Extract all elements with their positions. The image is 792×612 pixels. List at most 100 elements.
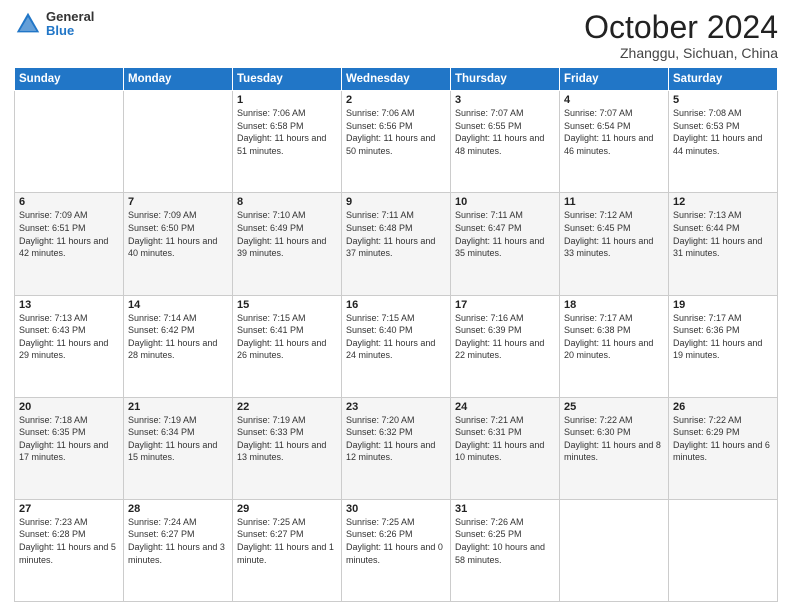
- day-number: 28: [128, 503, 228, 515]
- day-info: Sunrise: 7:25 AM Sunset: 6:27 PM Dayligh…: [237, 516, 337, 566]
- day-number: 14: [128, 299, 228, 311]
- day-info: Sunrise: 7:15 AM Sunset: 6:40 PM Dayligh…: [346, 312, 446, 362]
- day-info: Sunrise: 7:06 AM Sunset: 6:56 PM Dayligh…: [346, 107, 446, 157]
- day-info: Sunrise: 7:11 AM Sunset: 6:48 PM Dayligh…: [346, 209, 446, 259]
- day-info: Sunrise: 7:09 AM Sunset: 6:51 PM Dayligh…: [19, 209, 119, 259]
- logo-general: General: [46, 10, 94, 24]
- day-number: 22: [237, 401, 337, 413]
- calendar-table: SundayMondayTuesdayWednesdayThursdayFrid…: [14, 67, 778, 602]
- day-number: 16: [346, 299, 446, 311]
- calendar-cell: [124, 91, 233, 193]
- day-info: Sunrise: 7:11 AM Sunset: 6:47 PM Dayligh…: [455, 209, 555, 259]
- calendar-day-header: Tuesday: [233, 68, 342, 91]
- calendar-day-header: Wednesday: [342, 68, 451, 91]
- day-number: 30: [346, 503, 446, 515]
- day-number: 3: [455, 94, 555, 106]
- calendar-header-row: SundayMondayTuesdayWednesdayThursdayFrid…: [15, 68, 778, 91]
- calendar-day-header: Friday: [560, 68, 669, 91]
- calendar-cell: 23Sunrise: 7:20 AM Sunset: 6:32 PM Dayli…: [342, 397, 451, 499]
- calendar-cell: 26Sunrise: 7:22 AM Sunset: 6:29 PM Dayli…: [669, 397, 778, 499]
- calendar-cell: 1Sunrise: 7:06 AM Sunset: 6:58 PM Daylig…: [233, 91, 342, 193]
- day-number: 13: [19, 299, 119, 311]
- day-info: Sunrise: 7:08 AM Sunset: 6:53 PM Dayligh…: [673, 107, 773, 157]
- calendar-cell: 11Sunrise: 7:12 AM Sunset: 6:45 PM Dayli…: [560, 193, 669, 295]
- calendar-cell: 27Sunrise: 7:23 AM Sunset: 6:28 PM Dayli…: [15, 499, 124, 601]
- calendar-cell: 12Sunrise: 7:13 AM Sunset: 6:44 PM Dayli…: [669, 193, 778, 295]
- day-number: 18: [564, 299, 664, 311]
- calendar-cell: 31Sunrise: 7:26 AM Sunset: 6:25 PM Dayli…: [451, 499, 560, 601]
- calendar-cell: 5Sunrise: 7:08 AM Sunset: 6:53 PM Daylig…: [669, 91, 778, 193]
- day-number: 21: [128, 401, 228, 413]
- day-number: 12: [673, 196, 773, 208]
- day-info: Sunrise: 7:26 AM Sunset: 6:25 PM Dayligh…: [455, 516, 555, 566]
- calendar-cell: 28Sunrise: 7:24 AM Sunset: 6:27 PM Dayli…: [124, 499, 233, 601]
- calendar-cell: 13Sunrise: 7:13 AM Sunset: 6:43 PM Dayli…: [15, 295, 124, 397]
- header: General Blue October 2024 Zhanggu, Sichu…: [14, 10, 778, 61]
- day-number: 26: [673, 401, 773, 413]
- day-number: 6: [19, 196, 119, 208]
- day-info: Sunrise: 7:07 AM Sunset: 6:55 PM Dayligh…: [455, 107, 555, 157]
- calendar-week-row: 20Sunrise: 7:18 AM Sunset: 6:35 PM Dayli…: [15, 397, 778, 499]
- calendar-cell: 6Sunrise: 7:09 AM Sunset: 6:51 PM Daylig…: [15, 193, 124, 295]
- calendar-cell: 16Sunrise: 7:15 AM Sunset: 6:40 PM Dayli…: [342, 295, 451, 397]
- day-info: Sunrise: 7:18 AM Sunset: 6:35 PM Dayligh…: [19, 414, 119, 464]
- calendar-cell: 8Sunrise: 7:10 AM Sunset: 6:49 PM Daylig…: [233, 193, 342, 295]
- day-info: Sunrise: 7:06 AM Sunset: 6:58 PM Dayligh…: [237, 107, 337, 157]
- day-number: 9: [346, 196, 446, 208]
- day-number: 29: [237, 503, 337, 515]
- calendar-cell: 18Sunrise: 7:17 AM Sunset: 6:38 PM Dayli…: [560, 295, 669, 397]
- logo: General Blue: [14, 10, 94, 39]
- day-number: 25: [564, 401, 664, 413]
- day-number: 2: [346, 94, 446, 106]
- calendar-cell: 30Sunrise: 7:25 AM Sunset: 6:26 PM Dayli…: [342, 499, 451, 601]
- calendar-cell: 29Sunrise: 7:25 AM Sunset: 6:27 PM Dayli…: [233, 499, 342, 601]
- day-number: 15: [237, 299, 337, 311]
- calendar-day-header: Thursday: [451, 68, 560, 91]
- day-number: 27: [19, 503, 119, 515]
- day-info: Sunrise: 7:09 AM Sunset: 6:50 PM Dayligh…: [128, 209, 228, 259]
- day-number: 23: [346, 401, 446, 413]
- calendar-cell: [560, 499, 669, 601]
- logo-text: General Blue: [46, 10, 94, 39]
- day-number: 19: [673, 299, 773, 311]
- calendar-cell: 3Sunrise: 7:07 AM Sunset: 6:55 PM Daylig…: [451, 91, 560, 193]
- day-info: Sunrise: 7:14 AM Sunset: 6:42 PM Dayligh…: [128, 312, 228, 362]
- calendar-cell: 7Sunrise: 7:09 AM Sunset: 6:50 PM Daylig…: [124, 193, 233, 295]
- calendar-day-header: Sunday: [15, 68, 124, 91]
- calendar-cell: 10Sunrise: 7:11 AM Sunset: 6:47 PM Dayli…: [451, 193, 560, 295]
- calendar-cell: [15, 91, 124, 193]
- calendar-cell: 15Sunrise: 7:15 AM Sunset: 6:41 PM Dayli…: [233, 295, 342, 397]
- day-info: Sunrise: 7:07 AM Sunset: 6:54 PM Dayligh…: [564, 107, 664, 157]
- day-info: Sunrise: 7:13 AM Sunset: 6:44 PM Dayligh…: [673, 209, 773, 259]
- month-title: October 2024: [584, 10, 778, 45]
- calendar-cell: 19Sunrise: 7:17 AM Sunset: 6:36 PM Dayli…: [669, 295, 778, 397]
- calendar-cell: 24Sunrise: 7:21 AM Sunset: 6:31 PM Dayli…: [451, 397, 560, 499]
- day-number: 24: [455, 401, 555, 413]
- day-number: 5: [673, 94, 773, 106]
- calendar-cell: 21Sunrise: 7:19 AM Sunset: 6:34 PM Dayli…: [124, 397, 233, 499]
- page: General Blue October 2024 Zhanggu, Sichu…: [0, 0, 792, 612]
- day-info: Sunrise: 7:20 AM Sunset: 6:32 PM Dayligh…: [346, 414, 446, 464]
- day-number: 4: [564, 94, 664, 106]
- day-info: Sunrise: 7:22 AM Sunset: 6:30 PM Dayligh…: [564, 414, 664, 464]
- calendar-week-row: 13Sunrise: 7:13 AM Sunset: 6:43 PM Dayli…: [15, 295, 778, 397]
- calendar-cell: 4Sunrise: 7:07 AM Sunset: 6:54 PM Daylig…: [560, 91, 669, 193]
- day-number: 20: [19, 401, 119, 413]
- day-number: 11: [564, 196, 664, 208]
- location: Zhanggu, Sichuan, China: [584, 45, 778, 61]
- calendar-cell: [669, 499, 778, 601]
- calendar-cell: 22Sunrise: 7:19 AM Sunset: 6:33 PM Dayli…: [233, 397, 342, 499]
- day-number: 1: [237, 94, 337, 106]
- title-block: October 2024 Zhanggu, Sichuan, China: [584, 10, 778, 61]
- day-info: Sunrise: 7:19 AM Sunset: 6:34 PM Dayligh…: [128, 414, 228, 464]
- day-info: Sunrise: 7:16 AM Sunset: 6:39 PM Dayligh…: [455, 312, 555, 362]
- day-info: Sunrise: 7:23 AM Sunset: 6:28 PM Dayligh…: [19, 516, 119, 566]
- day-info: Sunrise: 7:24 AM Sunset: 6:27 PM Dayligh…: [128, 516, 228, 566]
- calendar-day-header: Monday: [124, 68, 233, 91]
- day-info: Sunrise: 7:22 AM Sunset: 6:29 PM Dayligh…: [673, 414, 773, 464]
- day-number: 31: [455, 503, 555, 515]
- calendar-week-row: 6Sunrise: 7:09 AM Sunset: 6:51 PM Daylig…: [15, 193, 778, 295]
- day-info: Sunrise: 7:13 AM Sunset: 6:43 PM Dayligh…: [19, 312, 119, 362]
- calendar-cell: 9Sunrise: 7:11 AM Sunset: 6:48 PM Daylig…: [342, 193, 451, 295]
- calendar-week-row: 1Sunrise: 7:06 AM Sunset: 6:58 PM Daylig…: [15, 91, 778, 193]
